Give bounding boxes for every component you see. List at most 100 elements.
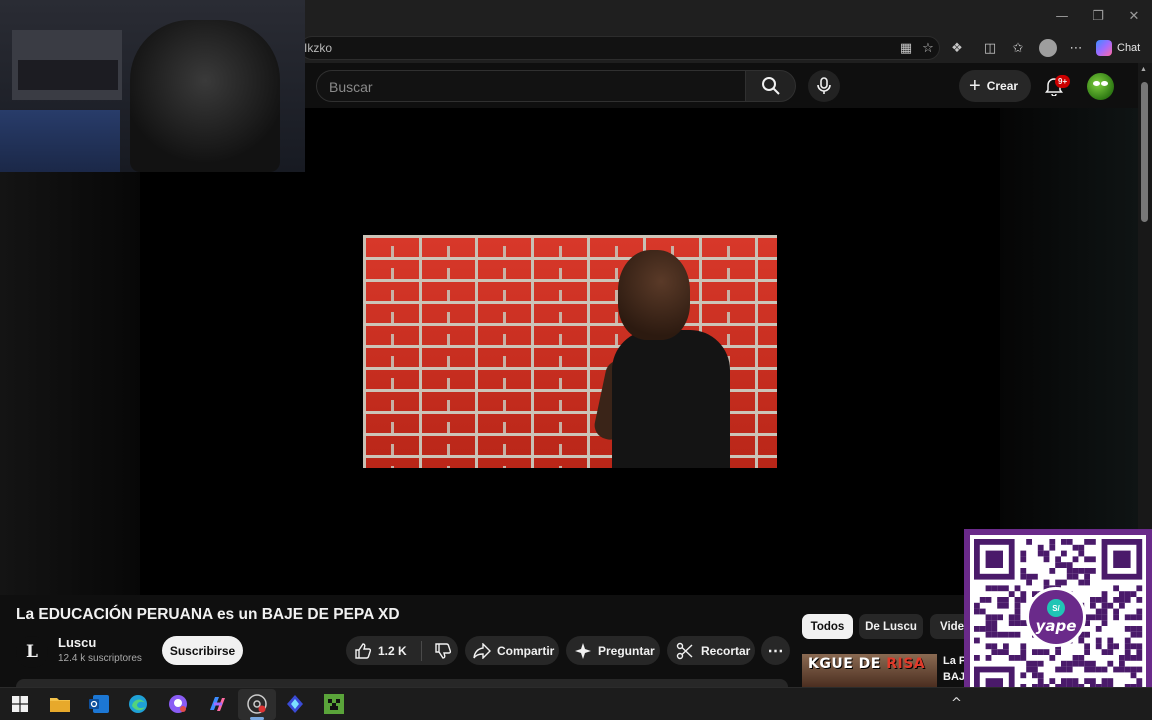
search-box[interactable] bbox=[316, 70, 746, 102]
qr-module bbox=[1084, 556, 1090, 563]
qr-module bbox=[1008, 631, 1015, 638]
account-avatar[interactable] bbox=[1087, 73, 1114, 100]
more-actions-button[interactable]: ⋯ bbox=[761, 636, 790, 665]
channel-avatar[interactable]: L bbox=[16, 636, 48, 668]
qr-module bbox=[985, 614, 992, 621]
qr-module bbox=[1130, 631, 1137, 638]
clip-button[interactable]: Recortar bbox=[667, 636, 755, 665]
search-input[interactable]: Buscar bbox=[329, 79, 373, 95]
qr-module bbox=[1020, 655, 1027, 661]
qr-module bbox=[991, 643, 998, 650]
qr-module bbox=[1090, 666, 1096, 673]
qr-module bbox=[985, 585, 992, 592]
qr-module bbox=[1090, 602, 1096, 609]
qr-module bbox=[1101, 666, 1108, 673]
qr-module bbox=[1130, 614, 1137, 621]
qr-module bbox=[1061, 666, 1067, 673]
share-icon bbox=[473, 642, 491, 659]
qr-module bbox=[1066, 539, 1073, 545]
qr-module bbox=[1037, 550, 1044, 557]
qr-module bbox=[1084, 568, 1090, 574]
qr-module bbox=[997, 614, 1003, 621]
like-count[interactable]: 1.2 K bbox=[378, 644, 407, 658]
subscriber-count: 12.4 k suscriptores bbox=[58, 653, 142, 664]
recommended-title-line2[interactable]: BAJ bbox=[943, 671, 965, 683]
app-view-icon[interactable]: ▦ bbox=[896, 38, 916, 58]
close-icon[interactable]: ✕ bbox=[1116, 0, 1152, 33]
more-icon[interactable]: ⋯ bbox=[1066, 38, 1086, 58]
qr-module bbox=[1124, 655, 1131, 661]
edge-icon[interactable] bbox=[126, 692, 150, 716]
copilot-chat-button[interactable]: Chat bbox=[1096, 38, 1140, 58]
qr-module bbox=[1090, 660, 1096, 667]
create-button[interactable]: + Crear bbox=[959, 70, 1031, 102]
qr-module bbox=[1078, 550, 1085, 557]
file-explorer-icon[interactable] bbox=[48, 692, 72, 716]
qr-module bbox=[1072, 568, 1079, 574]
recommended-video-thumbnail[interactable]: KGUE DE RISA bbox=[802, 654, 937, 687]
ask-label: Preguntar bbox=[598, 643, 655, 658]
favorite-star-icon[interactable]: ☆ bbox=[918, 38, 938, 58]
address-bar[interactable] bbox=[300, 36, 940, 60]
share-button[interactable]: Compartir bbox=[465, 636, 559, 665]
qr-module bbox=[1020, 597, 1027, 603]
scrollbar-thumb[interactable] bbox=[1141, 82, 1148, 222]
qr-module bbox=[1130, 666, 1137, 673]
qr-module bbox=[1130, 643, 1137, 650]
channel-name[interactable]: Luscu bbox=[58, 635, 96, 650]
outlook-icon[interactable] bbox=[87, 692, 111, 716]
qr-module bbox=[1084, 643, 1090, 650]
qr-module bbox=[1101, 608, 1108, 615]
qr-module bbox=[1124, 637, 1131, 644]
qr-module bbox=[1090, 678, 1096, 684]
qr-module bbox=[1090, 539, 1096, 545]
qr-module bbox=[979, 608, 986, 615]
extensions-icon[interactable]: ❖ bbox=[947, 38, 967, 58]
subscribe-button[interactable]: Suscribirse bbox=[162, 636, 243, 665]
qr-module bbox=[1061, 660, 1067, 667]
qr-module bbox=[991, 649, 998, 655]
qr-module bbox=[1084, 660, 1090, 667]
qr-module bbox=[974, 626, 980, 632]
favorites-icon[interactable]: ✩ bbox=[1008, 38, 1028, 58]
chip-all[interactable]: Todos bbox=[802, 614, 853, 639]
qr-module bbox=[1113, 608, 1119, 615]
qr-module bbox=[1095, 597, 1102, 603]
qr-module bbox=[1037, 678, 1044, 684]
qr-module bbox=[1101, 614, 1108, 621]
qr-module bbox=[1008, 591, 1015, 597]
recommended-title-line1[interactable]: La P bbox=[943, 655, 966, 667]
messenger-icon[interactable] bbox=[166, 692, 190, 716]
obs-icon[interactable] bbox=[245, 692, 269, 716]
scroll-up-icon[interactable]: ▲ bbox=[1140, 66, 1147, 73]
qr-module bbox=[1020, 643, 1027, 650]
voice-search-button[interactable] bbox=[808, 70, 840, 102]
dev-tool-icon[interactable] bbox=[283, 692, 307, 716]
windows-start-icon[interactable] bbox=[8, 692, 32, 716]
thumbs-up-icon[interactable] bbox=[354, 642, 372, 660]
profile-icon[interactable] bbox=[1039, 39, 1057, 57]
restore-icon[interactable]: ❐ bbox=[1080, 0, 1116, 33]
tray-chevron-icon[interactable]: ^ bbox=[951, 696, 962, 711]
thumbs-down-icon[interactable] bbox=[434, 642, 452, 660]
minecraft-icon[interactable] bbox=[322, 692, 346, 716]
yape-logo: S/ yape bbox=[1026, 587, 1086, 647]
qr-module bbox=[1020, 550, 1027, 557]
qr-module bbox=[974, 637, 980, 644]
search-button[interactable] bbox=[745, 70, 796, 102]
ask-button[interactable]: Preguntar bbox=[566, 636, 660, 665]
minimize-icon[interactable]: — bbox=[1044, 0, 1080, 33]
address-text[interactable]: Ikzko bbox=[304, 41, 332, 55]
qr-module bbox=[1136, 655, 1143, 661]
sparkle-icon bbox=[575, 642, 591, 659]
split-screen-icon[interactable]: ◫ bbox=[980, 38, 1000, 58]
copilot-app-icon[interactable] bbox=[205, 692, 229, 716]
qr-module bbox=[1026, 573, 1032, 580]
chip-from-channel[interactable]: De Luscu bbox=[859, 614, 923, 639]
qr-module bbox=[1130, 655, 1137, 661]
player-ambient-left bbox=[0, 108, 140, 595]
like-dislike-group: 1.2 K bbox=[346, 636, 458, 665]
qr-module bbox=[1032, 573, 1038, 580]
qr-module bbox=[1124, 649, 1131, 655]
qr-module bbox=[1049, 678, 1056, 684]
